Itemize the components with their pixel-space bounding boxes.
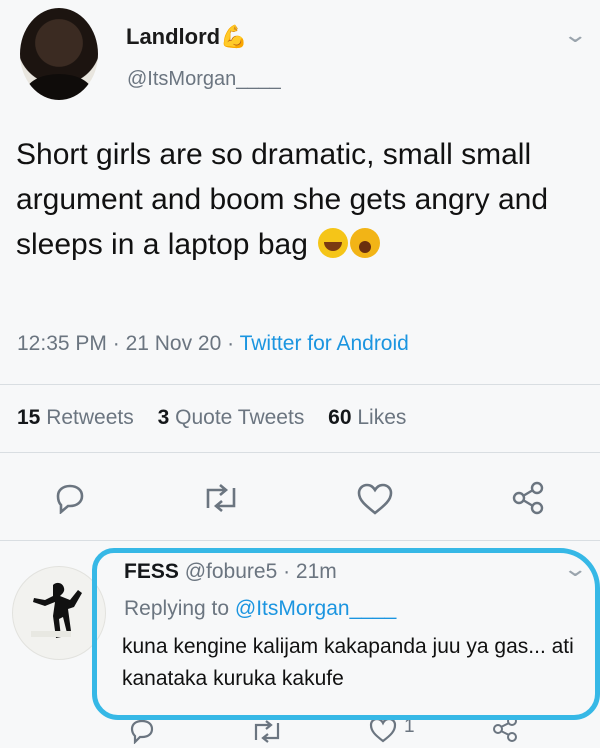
like-icon[interactable] [368, 716, 398, 744]
tweet-text: Short girls are so dramatic, small small… [16, 138, 549, 261]
divider [0, 384, 600, 385]
author-handle[interactable]: @ItsMorgan____ [127, 68, 281, 91]
like-icon[interactable] [356, 482, 394, 516]
tweet-time: 12:35 PM [17, 332, 107, 355]
avatar-silhouette [26, 74, 92, 100]
author-avatar[interactable] [20, 8, 98, 100]
retweets-stat[interactable]: 15 Retweets [17, 406, 134, 429]
engagement-stats: 15 Retweets 3 Quote Tweets 60 Likes [17, 406, 406, 430]
divider [0, 452, 600, 453]
crying-face-emoji [350, 228, 381, 258]
highlight-outline [92, 548, 600, 720]
reply-icon[interactable] [128, 718, 158, 744]
share-icon[interactable] [510, 480, 546, 516]
flexed-bicep-emoji: 💪 [220, 24, 248, 49]
author-name[interactable]: Landlord💪 [126, 24, 248, 50]
tweet-meta: 12:35 PM · 21 Nov 20 · Twitter for Andro… [17, 332, 409, 355]
retweet-icon[interactable] [250, 718, 284, 744]
retweet-icon[interactable] [200, 482, 242, 514]
tweet-source-link[interactable]: Twitter for Android [240, 332, 409, 355]
reply-icon[interactable] [52, 482, 88, 514]
likes-stat[interactable]: 60 Likes [328, 406, 406, 429]
divider [0, 540, 600, 541]
chevron-down-icon[interactable]: ⌄ [562, 22, 588, 48]
laughing-face-emoji [318, 228, 349, 258]
tweet-date: 21 Nov 20 [125, 332, 222, 355]
quotes-stat[interactable]: 3 Quote Tweets [158, 406, 305, 429]
